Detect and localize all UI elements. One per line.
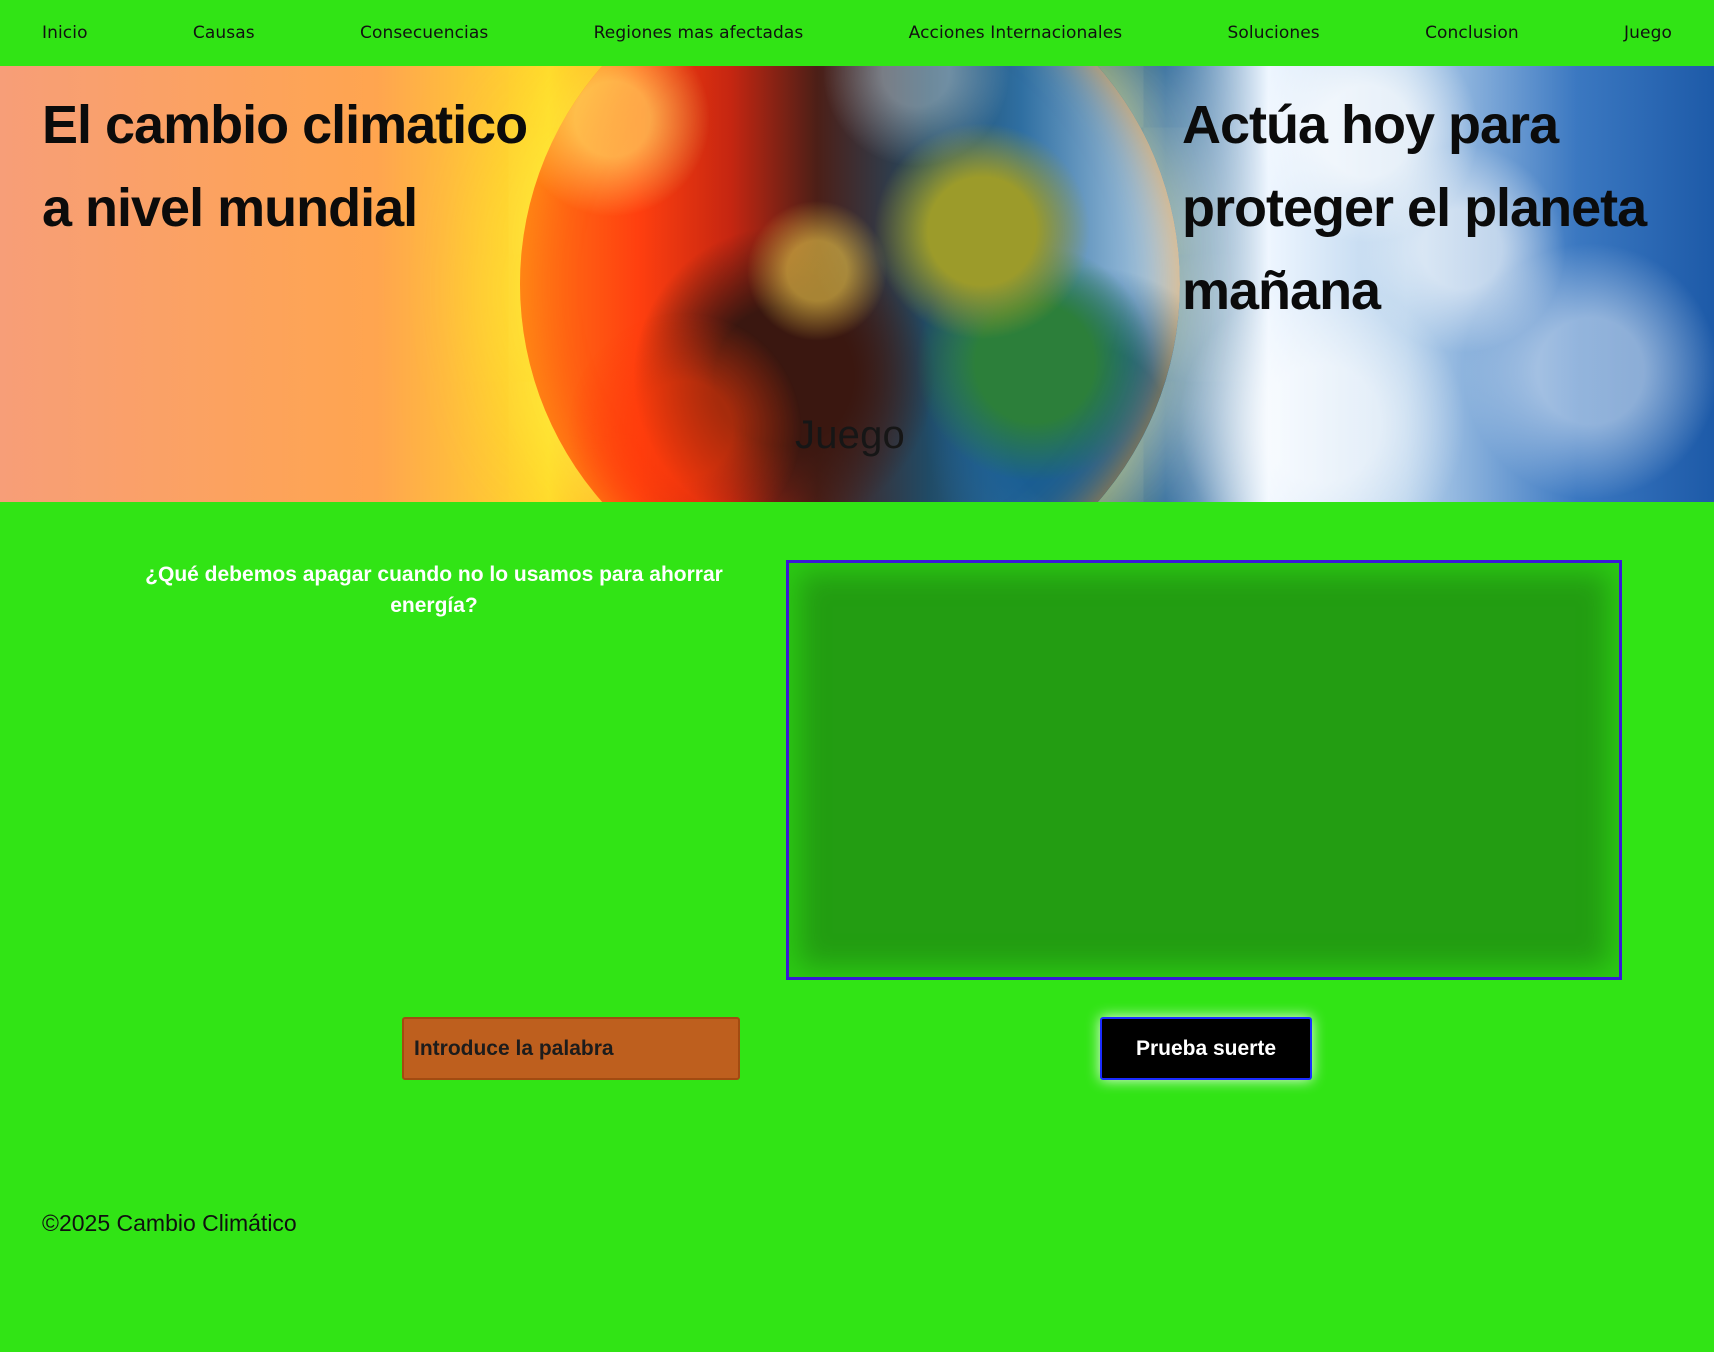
- game-canvas: [786, 560, 1622, 980]
- nav-link-soluciones[interactable]: Soluciones: [1228, 23, 1320, 43]
- footer-copyright: ©2025 Cambio Climático: [42, 1210, 297, 1236]
- main-navigation: Inicio Causas Consecuencias Regiones mas…: [0, 0, 1714, 66]
- hero-right-heading: Actúa hoy para proteger el planeta mañan…: [1182, 95, 1647, 321]
- try-luck-button[interactable]: Prueba suerte: [1100, 1017, 1312, 1080]
- nav-link-juego[interactable]: Juego: [1624, 23, 1672, 43]
- word-input[interactable]: [402, 1017, 740, 1080]
- hero-left-heading: El cambio climatico a nivel mundial: [42, 95, 528, 238]
- nav-link-inicio[interactable]: Inicio: [42, 23, 88, 43]
- game-section-title: Juego: [795, 413, 905, 457]
- nav-link-conclusion[interactable]: Conclusion: [1425, 23, 1519, 43]
- game-question: ¿Qué debemos apagar cuando no lo usamos …: [145, 563, 723, 617]
- nav-link-acciones-internacionales[interactable]: Acciones Internacionales: [909, 23, 1123, 43]
- hero-banner: El cambio climatico a nivel mundial Actú…: [0, 66, 1714, 502]
- nav-link-regiones[interactable]: Regiones mas afectadas: [594, 23, 804, 43]
- nav-link-consecuencias[interactable]: Consecuencias: [360, 23, 488, 43]
- nav-link-causas[interactable]: Causas: [193, 23, 255, 43]
